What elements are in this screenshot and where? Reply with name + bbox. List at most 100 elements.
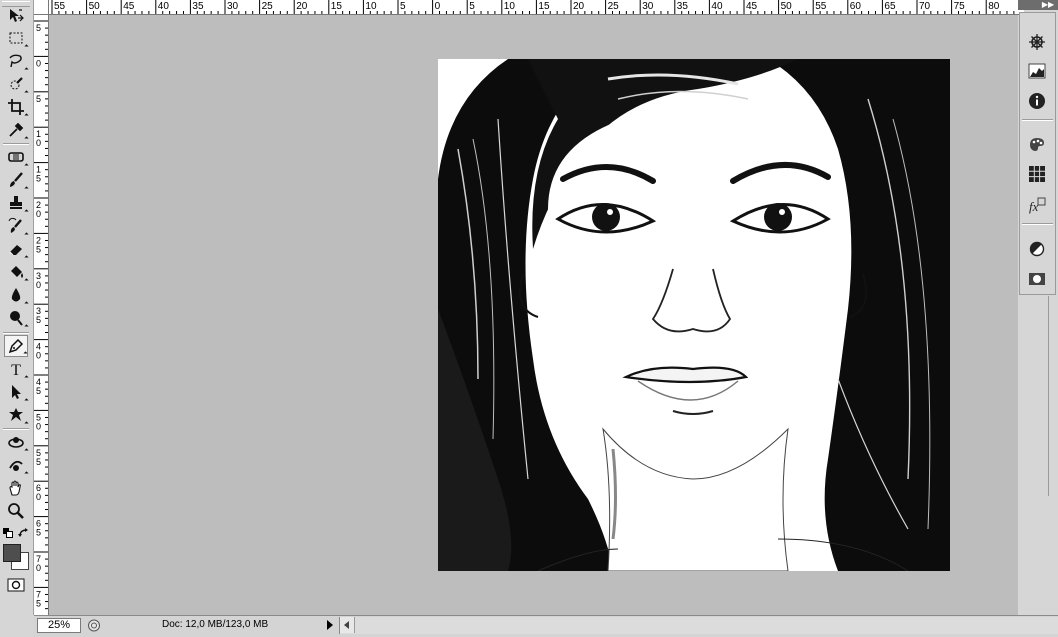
ruler-label: 20 bbox=[296, 1, 308, 12]
ruler-label: 70 bbox=[919, 1, 931, 12]
tools-panel: T bbox=[0, 0, 34, 615]
move-tool-icon[interactable] bbox=[4, 5, 28, 27]
vertical-ruler-ticks: 5051015202530354045505560657075 bbox=[34, 20, 48, 610]
spot-healing-brush-tool-icon[interactable] bbox=[4, 146, 29, 168]
ruler-label: 0 bbox=[36, 209, 41, 219]
navigator-icon[interactable] bbox=[1026, 31, 1048, 53]
tools-separator bbox=[3, 332, 29, 334]
ruler-origin[interactable] bbox=[34, 0, 49, 15]
expand-panels-icon[interactable]: ▶▶ bbox=[1040, 1, 1056, 9]
ruler-label: 10 bbox=[504, 1, 516, 12]
rectangular-marquee-tool-icon[interactable] bbox=[4, 27, 29, 49]
crop-tool-icon[interactable] bbox=[4, 96, 29, 118]
info-icon[interactable] bbox=[1026, 90, 1048, 112]
default-colors-icon[interactable] bbox=[3, 528, 13, 538]
ruler-label: 40 bbox=[158, 1, 170, 12]
ruler-label: 0 bbox=[36, 421, 41, 431]
vertical-ruler: 5051015202530354045505560657075 bbox=[34, 15, 49, 615]
ruler-label: 15 bbox=[331, 1, 343, 12]
foreground-color-swatch[interactable] bbox=[3, 544, 21, 562]
ruler-label: 5 bbox=[36, 528, 41, 538]
ruler-label: 20 bbox=[573, 1, 585, 12]
horizontal-ruler-ticks: 55 50 45 40 35 30 25 20 15 10 5 0 5 10 15 20 25 30 35 40 45 5… bbox=[51, 0, 1015, 14]
document-size-info: Doc: 12,0 MB/123,0 MB bbox=[162, 619, 269, 630]
brush-tool-icon[interactable] bbox=[4, 169, 29, 191]
dock-separator bbox=[1022, 223, 1053, 225]
ruler-label: 5 bbox=[36, 315, 41, 325]
dodge-tool-icon[interactable] bbox=[4, 307, 29, 329]
tools-separator bbox=[3, 428, 29, 430]
ruler-label: 5 bbox=[469, 1, 475, 12]
histogram-icon[interactable] bbox=[1026, 60, 1048, 82]
ruler-label: 10 bbox=[365, 1, 377, 12]
custom-shape-tool-icon[interactable] bbox=[4, 404, 29, 426]
ruler-label: 35 bbox=[677, 1, 689, 12]
hand-tool-icon[interactable] bbox=[4, 477, 28, 499]
scroll-left-button[interactable] bbox=[340, 617, 355, 633]
ruler-label: 0 bbox=[36, 563, 41, 573]
ruler-label: 5 bbox=[36, 598, 41, 608]
ruler-label: 15 bbox=[538, 1, 550, 12]
eyedropper-tool-icon[interactable] bbox=[4, 119, 29, 141]
ruler-label: 75 bbox=[954, 1, 966, 12]
ruler-label: 65 bbox=[884, 1, 896, 12]
color-icon[interactable] bbox=[1026, 133, 1048, 155]
ruler-label: 0 bbox=[36, 138, 41, 148]
horizontal-scrollbar[interactable] bbox=[339, 617, 1058, 634]
ruler-label: 25 bbox=[608, 1, 620, 12]
adjustments-icon[interactable] bbox=[1026, 238, 1048, 260]
ruler-label: 0 bbox=[36, 280, 41, 290]
history-brush-tool-icon[interactable] bbox=[4, 215, 29, 237]
ruler-label: 30 bbox=[227, 1, 239, 12]
document-canvas[interactable] bbox=[438, 59, 950, 571]
ruler-label: 30 bbox=[642, 1, 654, 12]
zoom-level-field[interactable]: 25% bbox=[37, 618, 81, 633]
ruler-label: 60 bbox=[850, 1, 862, 12]
ruler-label: 45 bbox=[123, 1, 135, 12]
paint-bucket-tool-icon[interactable] bbox=[4, 261, 29, 283]
ruler-label: 45 bbox=[746, 1, 758, 12]
type-tool-icon[interactable]: T bbox=[4, 358, 29, 380]
ruler-label: 50 bbox=[89, 1, 101, 12]
ruler-label: 0 bbox=[36, 492, 41, 502]
quick-mask-icon[interactable] bbox=[7, 578, 25, 592]
tools-separator bbox=[3, 143, 29, 145]
ruler-label: 50 bbox=[781, 1, 793, 12]
svg-text:fx: fx bbox=[1029, 199, 1039, 214]
eraser-tool-icon[interactable] bbox=[4, 238, 29, 260]
zoom-mode-icon[interactable] bbox=[86, 618, 102, 633]
swap-colors-icon[interactable] bbox=[18, 527, 30, 539]
path-selection-tool-icon[interactable] bbox=[4, 381, 29, 403]
3d-orbit-tool-icon[interactable] bbox=[4, 454, 29, 476]
dock-edge bbox=[1048, 296, 1058, 496]
ruler-label: 5 bbox=[36, 174, 41, 184]
ruler-label: 5 bbox=[36, 386, 41, 396]
clone-stamp-tool-icon[interactable] bbox=[4, 192, 29, 214]
ruler-label: 5 bbox=[36, 94, 41, 104]
ruler-label: 40 bbox=[711, 1, 723, 12]
zoom-tool-icon[interactable] bbox=[4, 500, 28, 522]
panel-dock: fx bbox=[1019, 12, 1056, 295]
pen-tool-icon[interactable] bbox=[4, 335, 28, 357]
status-bar: 25% Doc: 12,0 MB/123,0 MB bbox=[34, 615, 1058, 637]
ruler-label: 25 bbox=[262, 1, 274, 12]
portrait-image bbox=[438, 59, 950, 571]
ruler-label: 5 bbox=[400, 1, 406, 12]
ruler-label: 55 bbox=[54, 1, 66, 12]
horizontal-ruler: 55 50 45 40 35 30 25 20 15 10 5 0 5 10 15 20 25 30 35 40 45 5… bbox=[34, 0, 1024, 15]
3d-rotate-tool-icon[interactable] bbox=[4, 431, 29, 453]
quick-selection-tool-icon[interactable] bbox=[4, 73, 29, 95]
ruler-label: 5 bbox=[36, 23, 41, 33]
ruler-label: 0 bbox=[36, 58, 41, 68]
blur-tool-icon[interactable] bbox=[4, 284, 29, 306]
lasso-tool-icon[interactable] bbox=[4, 50, 29, 72]
status-menu-arrow-icon[interactable] bbox=[327, 620, 333, 630]
styles-icon[interactable]: fx bbox=[1026, 194, 1048, 216]
masks-icon[interactable] bbox=[1026, 268, 1048, 290]
dock-separator bbox=[1022, 119, 1053, 121]
ruler-label: 80 bbox=[988, 1, 1000, 12]
svg-text:T: T bbox=[11, 362, 21, 378]
swatches-icon[interactable] bbox=[1026, 163, 1048, 185]
ruler-label: 5 bbox=[36, 244, 41, 254]
ruler-label: 5 bbox=[36, 457, 41, 467]
